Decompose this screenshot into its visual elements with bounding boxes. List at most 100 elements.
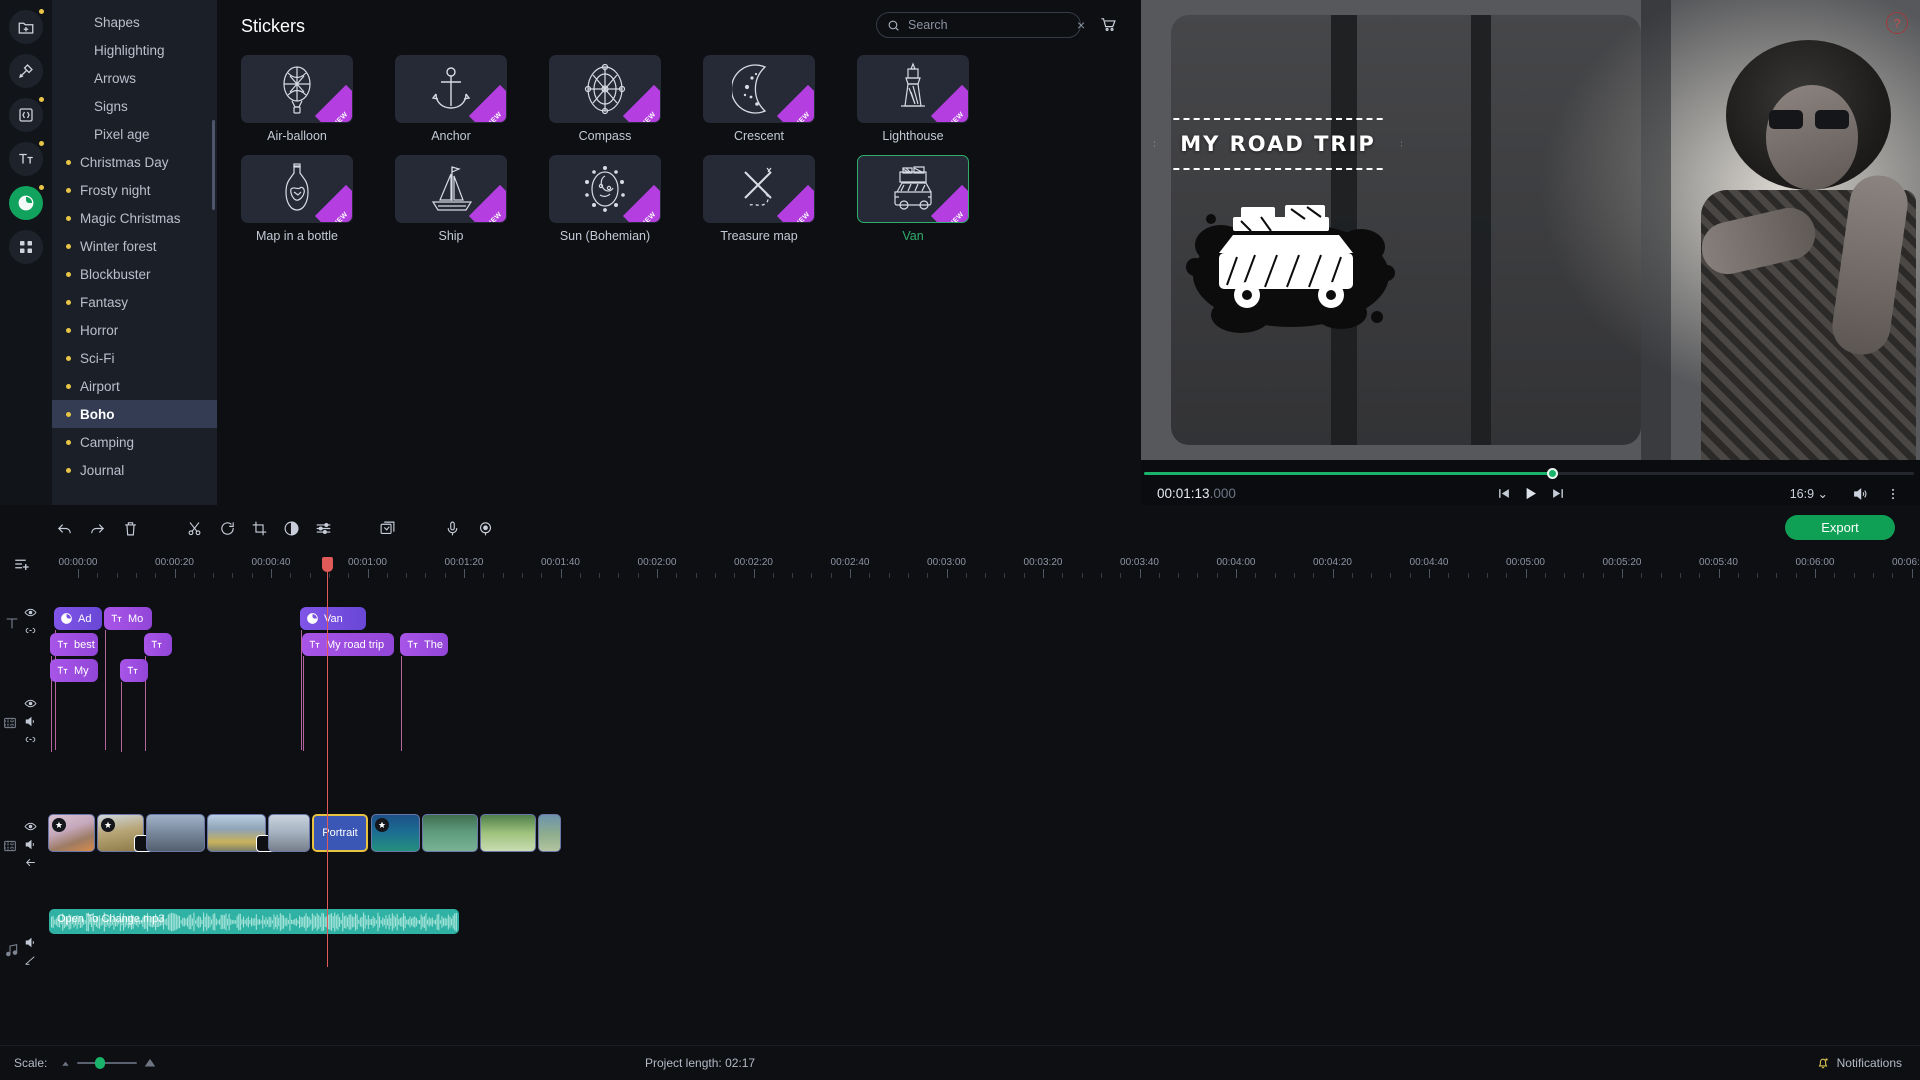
search-input[interactable]	[908, 18, 1069, 32]
play-button[interactable]	[1523, 486, 1538, 501]
text-clip[interactable]: best	[50, 633, 98, 656]
category-item-sci-fi[interactable]: Sci-Fi	[52, 344, 217, 372]
category-item-pixel-age[interactable]: Pixel age	[52, 120, 217, 148]
title-track-visibility-toggle[interactable]	[24, 606, 37, 619]
color-adjust-button[interactable]	[279, 517, 303, 539]
text-clip[interactable]	[144, 633, 172, 656]
timeline-canvas[interactable]: Ad Van Mobest My road trip The My Portrait Open…	[44, 579, 1920, 979]
video-preview[interactable]: MY ROAD TRIP ?	[1141, 0, 1920, 460]
video-clip[interactable]	[422, 814, 478, 852]
previous-frame-button[interactable]	[1497, 487, 1510, 500]
audio-fade-toggle[interactable]	[24, 954, 37, 967]
title-overlay[interactable]: MY ROAD TRIP	[1153, 118, 1403, 170]
title-track-link-toggle[interactable]	[24, 624, 37, 637]
overlay-track-visibility-toggle[interactable]	[24, 697, 37, 710]
category-item-fantasy[interactable]: Fantasy	[52, 288, 217, 316]
audio-clip[interactable]: Open To Change.mp3	[49, 909, 459, 934]
main-track-mute-toggle[interactable]	[24, 838, 37, 851]
rail-button-titles[interactable]	[9, 142, 43, 176]
rail-button-transitions[interactable]	[9, 98, 43, 132]
export-button[interactable]: Export	[1785, 515, 1895, 540]
next-frame-button[interactable]	[1551, 487, 1564, 500]
delete-button[interactable]	[118, 517, 142, 539]
category-scrollbar[interactable]	[212, 120, 215, 210]
overlay-track-link-toggle[interactable]	[24, 733, 37, 746]
sticker-tile-bohemian-sun[interactable]: NEW	[549, 155, 661, 223]
sticker-tile-lighthouse[interactable]: NEW	[857, 55, 969, 123]
text-clip[interactable]: My	[50, 659, 98, 682]
aspect-ratio-selector[interactable]: 16:9 ⌄	[1790, 486, 1828, 501]
chroma-key-button[interactable]	[375, 517, 399, 539]
sticker-tile-van[interactable]: NEW	[857, 155, 969, 223]
category-item-blockbuster[interactable]: Blockbuster	[52, 260, 217, 288]
sticker-tile-map-bottle[interactable]: NEW	[241, 155, 353, 223]
category-item-horror[interactable]: Horror	[52, 316, 217, 344]
favorite-star-icon[interactable]	[375, 818, 389, 832]
rail-button-effects[interactable]	[9, 54, 43, 88]
category-sidebar[interactable]: ShapesHighlightingArrowsSignsPixel ageCh…	[52, 0, 217, 505]
favorite-star-icon[interactable]	[52, 818, 66, 832]
video-clip[interactable]	[48, 814, 95, 852]
category-item-journal[interactable]: Journal	[52, 456, 217, 484]
voiceover-button[interactable]	[440, 517, 464, 539]
crop-button[interactable]	[247, 517, 271, 539]
sticker-tile-crescent-moon[interactable]: NEW	[703, 55, 815, 123]
rail-button-more-tools[interactable]	[9, 230, 43, 264]
video-clip[interactable]	[480, 814, 536, 852]
scale-handle[interactable]	[95, 1057, 105, 1069]
rail-button-import-media[interactable]	[9, 10, 43, 44]
zoom-out-icon[interactable]	[60, 1058, 71, 1069]
sticker-tile-compass[interactable]: NEW	[549, 55, 661, 123]
clear-search-icon[interactable]: ×	[1077, 18, 1085, 32]
text-clip[interactable]: The	[400, 633, 448, 656]
preview-progress[interactable]	[1141, 468, 1920, 478]
redo-button[interactable]	[85, 517, 109, 539]
sticker-clip[interactable]: Ad	[54, 607, 102, 630]
scale-track[interactable]	[77, 1062, 137, 1064]
category-item-highlighting[interactable]: Highlighting	[52, 36, 217, 64]
audio-track-mute-toggle[interactable]	[24, 936, 37, 949]
notifications-button[interactable]: Notifications	[1816, 1056, 1902, 1070]
van-sticker-overlay[interactable]	[1181, 195, 1401, 345]
category-item-winter-forest[interactable]: Winter forest	[52, 232, 217, 260]
category-item-magic-christmas[interactable]: Magic Christmas	[52, 204, 217, 232]
zoom-in-icon[interactable]	[143, 1056, 157, 1070]
add-track-button[interactable]	[12, 555, 34, 575]
category-item-airport[interactable]: Airport	[52, 372, 217, 400]
rail-button-stickers[interactable]	[9, 186, 43, 220]
sticker-tile-treasure-map[interactable]: NEW	[703, 155, 815, 223]
rotate-button[interactable]	[215, 517, 239, 539]
category-item-signs[interactable]: Signs	[52, 92, 217, 120]
preview-more-button[interactable]	[1886, 487, 1900, 501]
video-clip[interactable]	[268, 814, 310, 852]
video-clip[interactable]	[538, 814, 561, 852]
undo-button[interactable]	[52, 517, 76, 539]
category-item-shapes[interactable]: Shapes	[52, 8, 217, 36]
sticker-tile-anchor[interactable]: NEW	[395, 55, 507, 123]
video-clip[interactable]	[371, 814, 420, 852]
sticker-tile-sailing-ship[interactable]: NEW	[395, 155, 507, 223]
text-clip[interactable]	[120, 659, 148, 682]
cut-button[interactable]	[182, 517, 206, 539]
video-clip[interactable]: Portrait	[312, 814, 368, 852]
scale-slider[interactable]	[60, 1056, 157, 1070]
category-item-arrows[interactable]: Arrows	[52, 64, 217, 92]
video-clip[interactable]	[146, 814, 205, 852]
favorite-star-icon[interactable]	[101, 818, 115, 832]
overlay-track-mute-toggle[interactable]	[24, 715, 37, 728]
category-item-frosty-night[interactable]: Frosty night	[52, 176, 217, 204]
sticker-clip[interactable]: Van	[300, 607, 366, 630]
text-clip[interactable]: My road trip	[302, 633, 394, 656]
text-clip[interactable]: Mo	[104, 607, 152, 630]
main-track-visibility-toggle[interactable]	[24, 820, 37, 833]
cart-button[interactable]	[1097, 13, 1119, 35]
progress-handle[interactable]	[1547, 468, 1558, 479]
sticker-tile-air-balloon[interactable]: NEW	[241, 55, 353, 123]
main-track-collapse-button[interactable]	[24, 856, 37, 869]
properties-button[interactable]	[311, 517, 335, 539]
category-item-boho[interactable]: Boho	[52, 400, 217, 428]
help-button[interactable]: ?	[1886, 12, 1908, 34]
category-item-camping[interactable]: Camping	[52, 428, 217, 456]
record-button[interactable]	[473, 517, 497, 539]
volume-button[interactable]	[1852, 486, 1868, 502]
